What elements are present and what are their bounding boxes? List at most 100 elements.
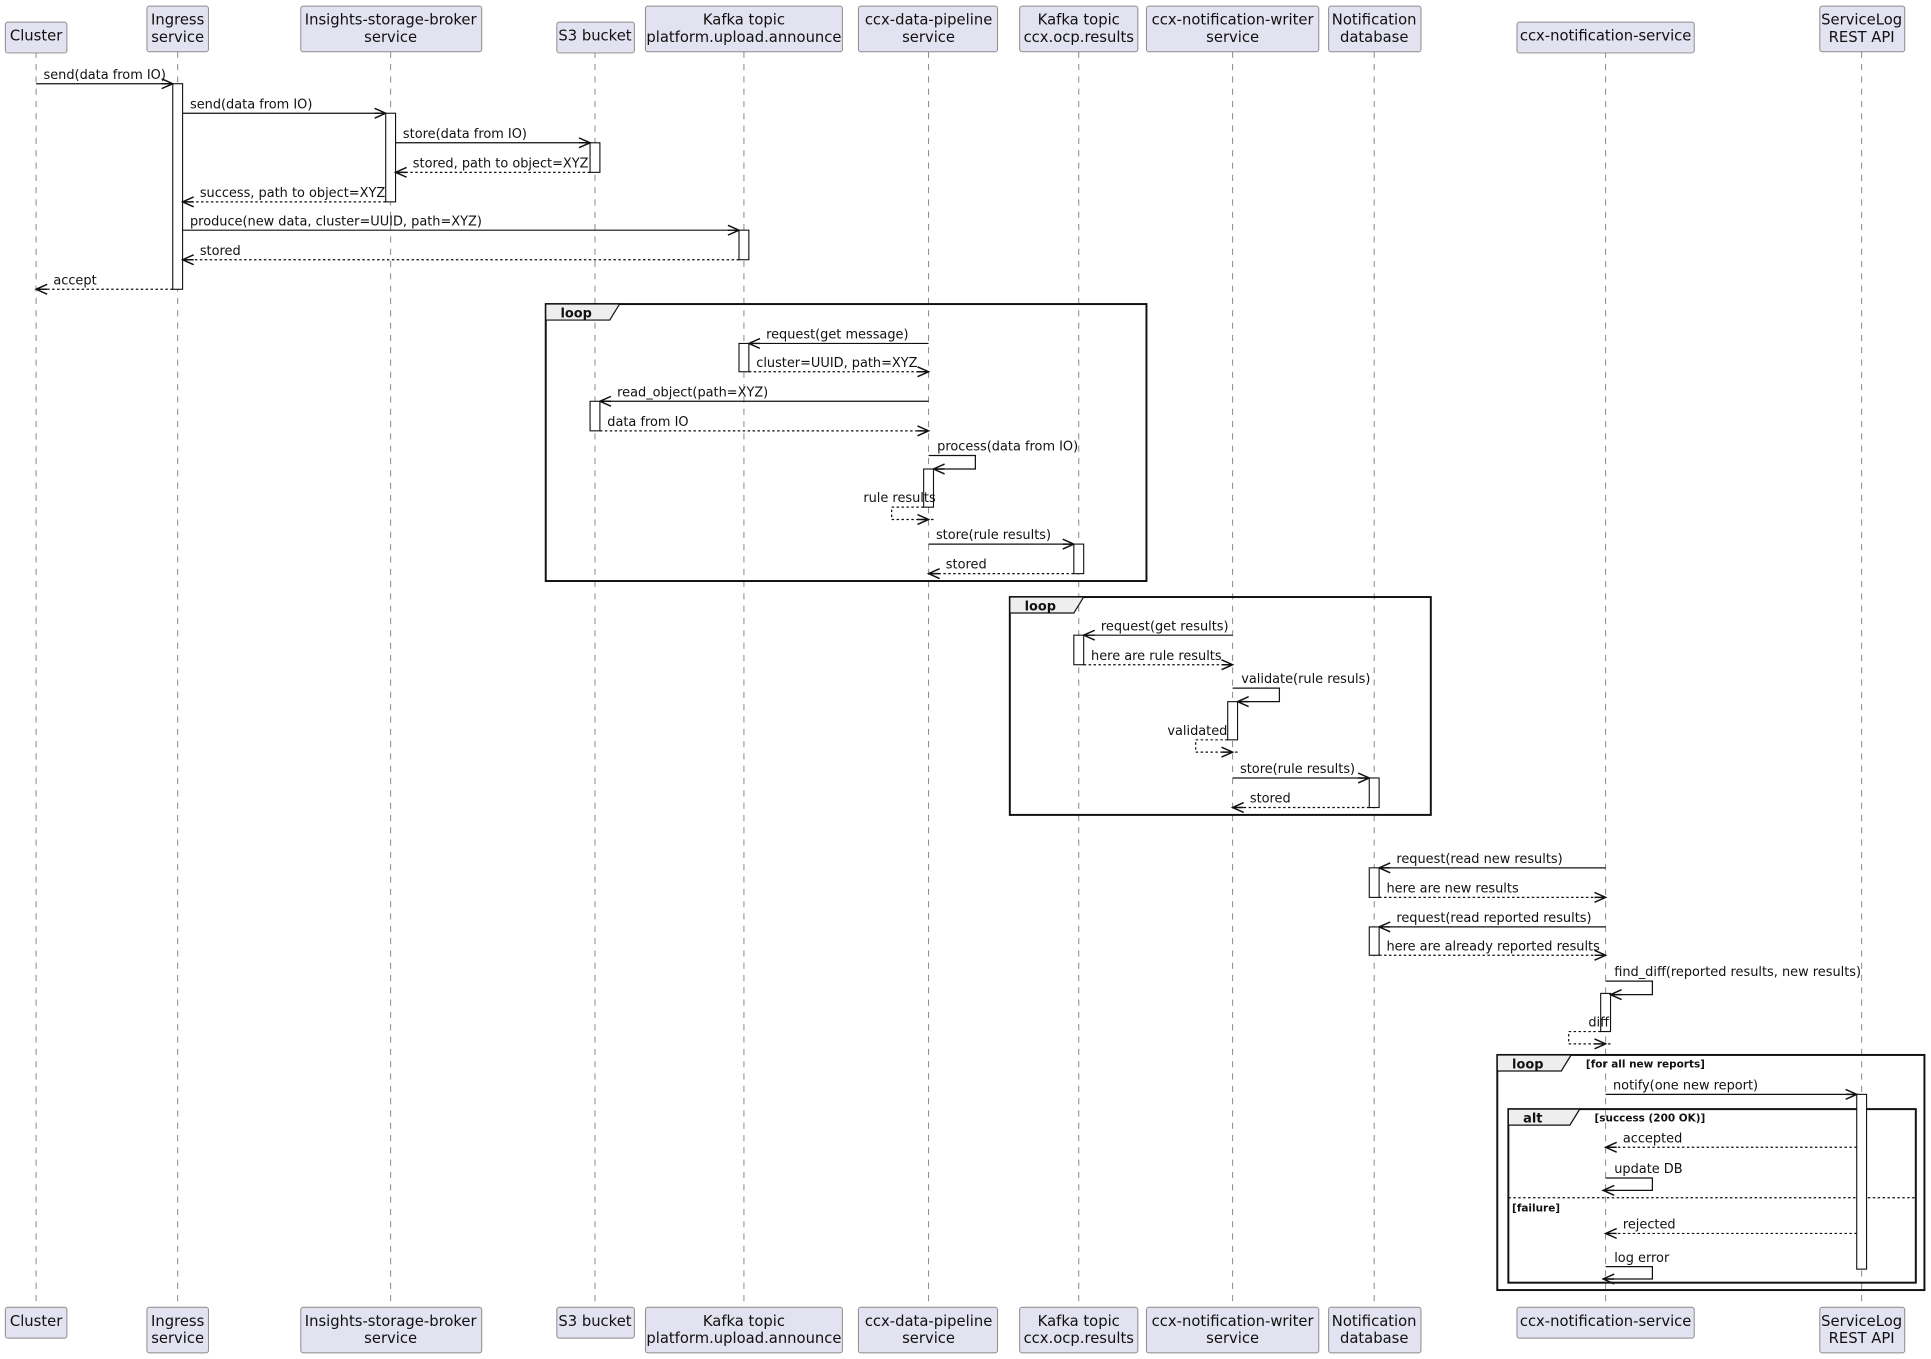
message-label: validate(rule resuls) xyxy=(1241,672,1370,687)
participant-label: Cluster xyxy=(10,28,63,45)
message-label: data from IO xyxy=(607,415,688,430)
message-label: store(data from IO) xyxy=(403,127,527,142)
message-label: here are new results xyxy=(1386,881,1518,896)
fragment-keyword: alt xyxy=(1523,1112,1542,1127)
activation-bar xyxy=(589,400,601,432)
message-label: success, path to object=XYZ xyxy=(200,186,386,201)
message: here are already reported results xyxy=(1379,939,1608,961)
participant-label: service xyxy=(364,29,417,46)
message: request(get results) xyxy=(1081,619,1233,641)
participant-kafka_results-bottom: Kafka topicccx.ocp.results xyxy=(1019,1306,1139,1354)
participant-label: ServiceLog xyxy=(1821,12,1902,29)
message-line xyxy=(1605,980,1654,996)
message-label: request(read new results) xyxy=(1396,852,1562,867)
participant-label: service xyxy=(364,1330,417,1347)
arrowhead xyxy=(1235,696,1249,708)
participant-s3-bottom: S3 bucket xyxy=(556,1306,635,1339)
participant-pipeline-bottom: ccx-data-pipelineservice xyxy=(857,1306,998,1354)
message: read_object(path=XYZ) xyxy=(598,385,929,407)
participant-label: ccx-notification-writer xyxy=(1152,1313,1315,1330)
message: cluster=UUID, path=XYZ xyxy=(748,356,931,378)
message-label: stored, path to object=XYZ xyxy=(413,156,589,171)
arrowhead xyxy=(1601,1184,1615,1196)
participant-label: S3 bucket xyxy=(558,1313,631,1330)
message-label: accept xyxy=(53,273,96,288)
activation-bar xyxy=(1073,543,1085,575)
fragment-keyword: loop xyxy=(561,307,592,322)
participant-label: service xyxy=(1206,29,1259,46)
message: update DB xyxy=(1601,1162,1683,1196)
participant-label: Insights-storage-broker xyxy=(305,12,478,29)
participant-label: ccx-notification-service xyxy=(1520,1313,1692,1330)
arrowhead xyxy=(1377,862,1391,874)
arrowhead xyxy=(374,107,388,119)
participant-notif_service-bottom: ccx-notification-service xyxy=(1516,1306,1695,1339)
message: rejected xyxy=(1603,1218,1857,1240)
message-label: process(data from IO) xyxy=(937,440,1078,455)
participant-label: ServiceLog xyxy=(1821,1313,1902,1330)
participant-kafka_upload-top: Kafka topicplatform.upload.announce xyxy=(644,5,843,53)
fragment-condition: [success (200 OK)] xyxy=(1595,1112,1706,1124)
fragment-keyword: loop xyxy=(1512,1057,1543,1072)
participant-label: Insights-storage-broker xyxy=(305,1313,478,1330)
message: here are rule results xyxy=(1083,649,1235,671)
arrowhead xyxy=(727,224,741,236)
arrowhead xyxy=(917,366,931,378)
message-label: request(read reported results) xyxy=(1396,911,1591,926)
participant-label: ccx-data-pipeline xyxy=(865,12,992,29)
participant-label: platform.upload.announce xyxy=(646,29,841,46)
arrowhead xyxy=(598,395,612,407)
participant-label: Kafka topic xyxy=(703,1313,785,1330)
message-label: request(get message) xyxy=(766,328,908,343)
participant-label: Notification xyxy=(1332,1313,1417,1330)
participant-label: ccx-notification-writer xyxy=(1152,12,1315,29)
participant-label: service xyxy=(902,1330,955,1347)
participant-label: ccx.ocp.results xyxy=(1024,1330,1134,1347)
message-label: validated xyxy=(1167,724,1227,739)
message: notify(one new report) xyxy=(1605,1078,1859,1100)
message: stored xyxy=(180,244,739,266)
participant-kafka_upload-bottom: Kafka topicplatform.upload.announce xyxy=(644,1306,843,1354)
arrowhead xyxy=(1594,891,1608,903)
participant-label: Notification xyxy=(1332,12,1417,29)
participant-writer-top: ccx-notification-writerservice xyxy=(1145,5,1320,53)
fragment-tab xyxy=(1507,1108,1581,1126)
arrowhead xyxy=(1594,1038,1608,1050)
else-condition: [failure] xyxy=(1512,1202,1560,1214)
participant-label: Kafka topic xyxy=(1038,1313,1120,1330)
activation-bar xyxy=(738,229,750,261)
message-line xyxy=(1605,1177,1654,1191)
participant-label: service xyxy=(151,1330,204,1347)
activation-bar xyxy=(1368,777,1380,809)
arrowhead xyxy=(34,283,48,295)
participant-label: S3 bucket xyxy=(558,28,631,45)
message-label: read_object(path=XYZ) xyxy=(617,385,768,400)
participant-label: Kafka topic xyxy=(1038,12,1120,29)
message-label: stored xyxy=(1250,792,1291,807)
arrowhead xyxy=(1603,1227,1617,1240)
participant-notif_service-top: ccx-notification-service xyxy=(1516,21,1695,54)
participant-label: service xyxy=(151,29,204,46)
fragment-condition: [for all new reports] xyxy=(1586,1058,1705,1070)
arrowhead xyxy=(1221,746,1235,758)
participant-notif_db-top: Notificationdatabase xyxy=(1328,5,1422,53)
participant-kafka_results-top: Kafka topicccx.ocp.results xyxy=(1019,5,1139,53)
activation-bar xyxy=(589,142,601,173)
activation-bar xyxy=(1856,1093,1868,1270)
message-label: send(data from IO) xyxy=(43,68,165,83)
participant-s3-top: S3 bucket xyxy=(556,21,635,54)
arrowhead xyxy=(180,196,194,208)
message: stored xyxy=(1230,792,1370,814)
participant-label: database xyxy=(1340,1330,1408,1347)
message-label: diff xyxy=(1588,1016,1610,1031)
participant-cluster-top: Cluster xyxy=(4,21,68,54)
message: request(get message) xyxy=(747,328,929,350)
message-label: here are rule results xyxy=(1091,649,1222,664)
message: data from IO xyxy=(599,415,931,437)
message-label: store(rule results) xyxy=(936,528,1051,543)
message: store(data from IO) xyxy=(395,127,592,149)
message: rule results xyxy=(863,491,936,526)
participant-label: ccx-notification-service xyxy=(1520,28,1692,45)
fragment-alt: alt [success (200 OK)] [failure] xyxy=(1507,1108,1917,1284)
participant-ingress-top: Ingressservice xyxy=(146,5,209,53)
